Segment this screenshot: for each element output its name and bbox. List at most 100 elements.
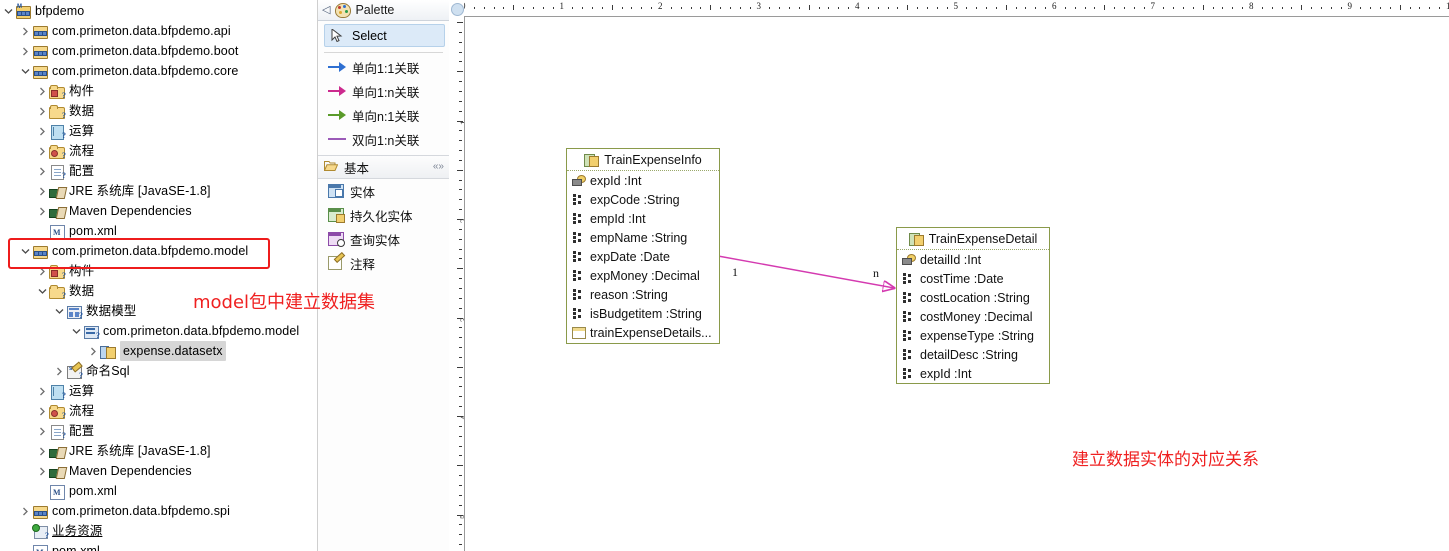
chevron-right-icon[interactable] xyxy=(36,187,49,196)
tree-item[interactable]: ?构件 xyxy=(0,261,317,281)
tree-item[interactable]: Mpom.xml xyxy=(0,221,317,241)
chevron-right-icon[interactable] xyxy=(36,147,49,156)
chevron-down-icon[interactable] xyxy=(2,8,15,15)
tree-item[interactable]: ?流程 xyxy=(0,141,317,161)
chevron-down-icon[interactable] xyxy=(19,248,32,255)
palette-item[interactable]: 实体 xyxy=(318,179,449,203)
package-icon xyxy=(32,63,49,79)
palette-select-tool[interactable]: Select xyxy=(324,24,445,47)
tree-item[interactable]: ?配置 xyxy=(0,161,317,181)
entity-attribute-row[interactable]: trainExpenseDetails... xyxy=(567,323,719,342)
chevron-right-icon[interactable] xyxy=(36,267,49,276)
entity-attribute-row[interactable]: costMoney :Decimal xyxy=(897,307,1049,326)
chevron-right-icon[interactable] xyxy=(36,427,49,436)
entity-attribute-row[interactable]: expDate :Date xyxy=(567,247,719,266)
tree-item[interactable]: com.primeton.data.bfpdemo.boot xyxy=(0,41,317,61)
tree-item[interactable]: JRE 系统库 [JavaSE-1.8] xyxy=(0,181,317,201)
ruler-tick xyxy=(543,7,544,9)
project-tree[interactable]: Mbfpdemocom.primeton.data.bfpdemo.apicom… xyxy=(0,0,317,551)
palette-item-list[interactable]: 实体持久化实体查询实体注释 xyxy=(318,179,449,275)
chevron-right-icon[interactable] xyxy=(36,107,49,116)
entity-attribute-row[interactable]: detailId :Int xyxy=(897,250,1049,269)
tree-item[interactable]: Mbfpdemo xyxy=(0,1,317,21)
entity-attribute-row[interactable]: isBudgetitem :String xyxy=(567,304,719,323)
tree-item[interactable]: Mpom.xml xyxy=(0,541,317,551)
entity-attribute-row[interactable]: expId :Int xyxy=(897,364,1049,383)
tree-item[interactable]: ?流程 xyxy=(0,401,317,421)
tree-item[interactable]: com.primeton.data.bfpdemo.core xyxy=(0,61,317,81)
chevron-right-icon[interactable] xyxy=(36,467,49,476)
diagram-canvas[interactable]: 1 n TrainExpenseInfoexpId :IntexpCode :S… xyxy=(465,17,1449,551)
entity-attribute-row[interactable]: empId :Int xyxy=(567,209,719,228)
pin-icon[interactable]: «» xyxy=(433,161,444,172)
ruler-tick xyxy=(888,7,889,9)
entity-attribute-row[interactable]: expCode :String xyxy=(567,190,719,209)
chevron-right-icon[interactable] xyxy=(36,167,49,176)
tree-item[interactable]: sql?命名Sql xyxy=(0,361,317,381)
entity-attribute-row[interactable]: costLocation :String xyxy=(897,288,1049,307)
column-icon xyxy=(572,194,585,205)
entity-attribute-row[interactable]: expMoney :Decimal xyxy=(567,266,719,285)
entity-attribute-label: empName :String xyxy=(590,231,687,245)
entity-attribute-row[interactable]: empName :String xyxy=(567,228,719,247)
tree-item[interactable]: Maven Dependencies xyxy=(0,201,317,221)
chevron-right-icon[interactable] xyxy=(36,407,49,416)
chevron-right-icon[interactable] xyxy=(87,347,100,356)
ruler-tick xyxy=(1419,7,1420,9)
chevron-right-icon[interactable] xyxy=(53,367,66,376)
palette-relation-list[interactable]: 单向1:1关联单向1:n关联单向n:1关联双向1:n关联 xyxy=(318,55,449,151)
tree-item[interactable]: com.primeton.data.bfpdemo.spi xyxy=(0,501,317,521)
tree-item[interactable]: com.primeton.data.bfpdemo.model xyxy=(0,241,317,261)
tree-item[interactable]: ?配置 xyxy=(0,421,317,441)
ruler-label: 2 xyxy=(658,1,663,11)
palette-item[interactable]: 查询实体 xyxy=(318,227,449,251)
ruler-tick xyxy=(1232,7,1233,9)
entity-attribute-row[interactable]: expenseType :String xyxy=(897,326,1049,345)
tree-item[interactable]: ?com.primeton.data.bfpdemo.model xyxy=(0,321,317,341)
tree-item[interactable]: ?运算 xyxy=(0,121,317,141)
chevron-right-icon[interactable] xyxy=(19,27,32,36)
ruler-tick xyxy=(937,7,938,9)
ruler-tick xyxy=(523,7,524,9)
palette-relation-item[interactable]: 单向1:1关联 xyxy=(318,55,449,79)
chevron-down-icon[interactable] xyxy=(70,328,83,335)
chevron-down-icon[interactable] xyxy=(19,68,32,75)
tree-item[interactable]: Maven Dependencies xyxy=(0,461,317,481)
chevron-right-icon[interactable] xyxy=(36,127,49,136)
entity-box[interactable]: TrainExpenseInfoexpId :IntexpCode :Strin… xyxy=(566,148,720,344)
palette-relation-item[interactable]: 双向1:n关联 xyxy=(318,127,449,151)
tree-item[interactable]: com.primeton.data.bfpdemo.api xyxy=(0,21,317,41)
tree-item[interactable]: ?运算 xyxy=(0,381,317,401)
palette-relation-item[interactable]: 单向n:1关联 xyxy=(318,103,449,127)
tree-item[interactable]: ?数据 xyxy=(0,101,317,121)
tree-item[interactable]: ?构件 xyxy=(0,81,317,101)
chevron-right-icon[interactable] xyxy=(19,507,32,516)
package-icon xyxy=(32,23,49,39)
entity-attribute-row[interactable]: costTime :Date xyxy=(897,269,1049,288)
chevron-down-icon[interactable] xyxy=(36,288,49,295)
tree-item[interactable]: expense.datasetx xyxy=(0,341,317,361)
entity-attribute-row[interactable]: detailDesc :String xyxy=(897,345,1049,364)
chevron-right-icon[interactable] xyxy=(36,87,49,96)
entity-attribute-row[interactable]: expId :Int xyxy=(567,171,719,190)
chevron-right-icon[interactable] xyxy=(19,47,32,56)
ruler-label: 8 xyxy=(1249,1,1254,11)
entity-attribute-row[interactable]: reason :String xyxy=(567,285,719,304)
entity-box[interactable]: TrainExpenseDetaildetailId :IntcostTime … xyxy=(896,227,1050,384)
chevron-right-icon[interactable] xyxy=(36,387,49,396)
palette-relation-item[interactable]: 单向1:n关联 xyxy=(318,79,449,103)
palette-item[interactable]: 注释 xyxy=(318,251,449,275)
ruler-tick xyxy=(1242,7,1243,9)
chevron-right-icon[interactable] xyxy=(36,207,49,216)
ruler-tick xyxy=(459,347,462,348)
maven-pom-icon: M xyxy=(49,223,66,239)
tree-item[interactable]: Mpom.xml xyxy=(0,481,317,501)
tree-item[interactable]: JRE 系统库 [JavaSE-1.8] xyxy=(0,441,317,461)
collapse-left-icon[interactable]: ◁ xyxy=(322,0,330,20)
tree-item-label: 配置 xyxy=(69,421,94,441)
tree-item[interactable]: ?业务资源 xyxy=(0,521,317,541)
palette-item[interactable]: 持久化实体 xyxy=(318,203,449,227)
chevron-right-icon[interactable] xyxy=(36,447,49,456)
chevron-down-icon[interactable] xyxy=(53,308,66,315)
palette-group-basic[interactable]: 基本 «» xyxy=(318,155,449,179)
